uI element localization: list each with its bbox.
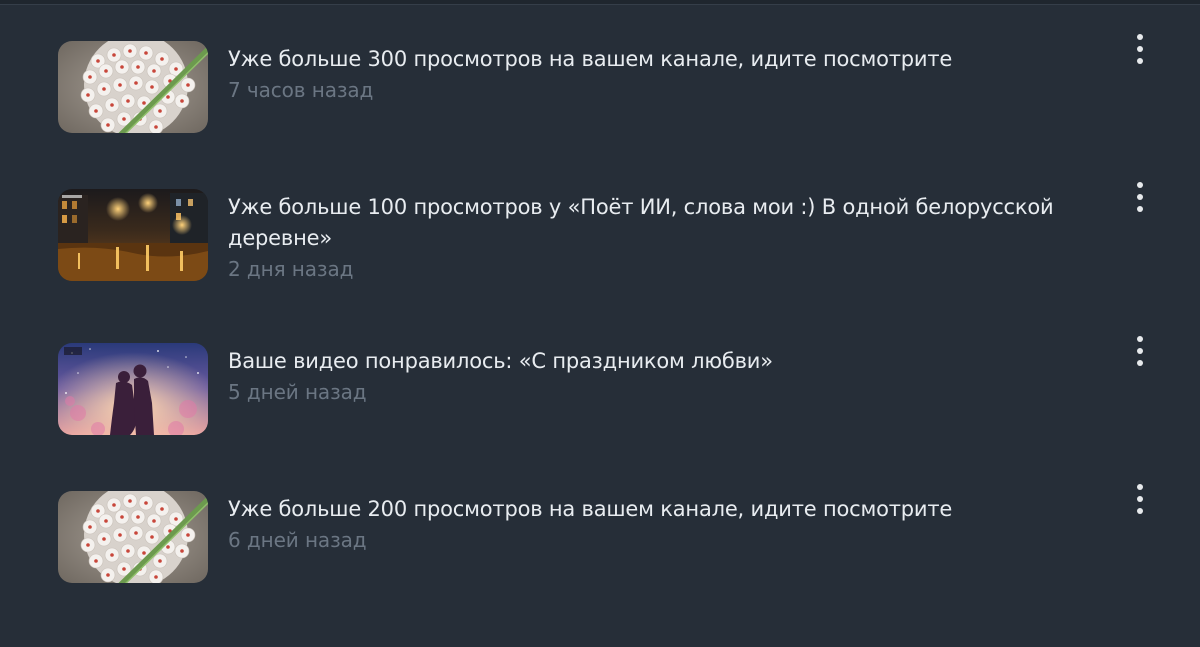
dot-icon [1137, 360, 1143, 366]
notification-item[interactable]: Уже больше 200 просмотров на вашем канал… [0, 450, 1200, 583]
dot-icon [1137, 46, 1143, 52]
dot-icon [1137, 34, 1143, 40]
notification-text: Ваше видео понравилось: «С праздником лю… [228, 346, 1088, 408]
video-thumbnail[interactable] [58, 189, 208, 281]
notification-time: 6 дней назад [228, 528, 367, 552]
notification-item[interactable]: Ваше видео понравилось: «С праздником лю… [0, 302, 1200, 435]
notification-text: Уже больше 300 просмотров на вашем канал… [228, 44, 1088, 106]
more-options-button[interactable] [1124, 329, 1156, 373]
flower-ball-thumbnail-icon [58, 491, 208, 583]
notification-title: Ваше видео понравилось: «С праздником лю… [228, 349, 773, 373]
dot-icon [1137, 348, 1143, 354]
video-thumbnail[interactable] [58, 41, 208, 133]
dot-icon [1137, 58, 1143, 64]
video-thumbnail[interactable] [58, 491, 208, 583]
notification-text: Уже больше 100 просмотров у «Поёт ИИ, сл… [228, 192, 1088, 285]
flower-ball-thumbnail-icon [58, 41, 208, 133]
notification-time: 5 дней назад [228, 380, 367, 404]
more-options-button[interactable] [1124, 27, 1156, 71]
more-options-button[interactable] [1124, 477, 1156, 521]
notification-list: Уже больше 300 просмотров на вашем канал… [0, 0, 1200, 647]
dot-icon [1137, 336, 1143, 342]
night-street-thumbnail-icon [58, 189, 208, 281]
notification-title: Уже больше 100 просмотров у «Поёт ИИ, сл… [228, 195, 1054, 250]
dot-icon [1137, 194, 1143, 200]
notification-title: Уже больше 300 просмотров на вашем канал… [228, 47, 953, 71]
dot-icon [1137, 508, 1143, 514]
video-thumbnail[interactable] [58, 343, 208, 435]
notification-title: Уже больше 200 просмотров на вашем канал… [228, 497, 953, 521]
dot-icon [1137, 206, 1143, 212]
more-options-button[interactable] [1124, 175, 1156, 219]
notification-text: Уже больше 200 просмотров на вашем канал… [228, 494, 1088, 556]
notification-item[interactable]: Уже больше 300 просмотров на вашем канал… [0, 0, 1200, 133]
couple-silhouette-thumbnail-icon [58, 343, 208, 435]
dot-icon [1137, 182, 1143, 188]
notification-time: 2 дня назад [228, 257, 354, 281]
dot-icon [1137, 484, 1143, 490]
notification-item[interactable]: Уже больше 100 просмотров у «Поёт ИИ, сл… [0, 148, 1200, 281]
dot-icon [1137, 496, 1143, 502]
notification-time: 7 часов назад [228, 78, 374, 102]
